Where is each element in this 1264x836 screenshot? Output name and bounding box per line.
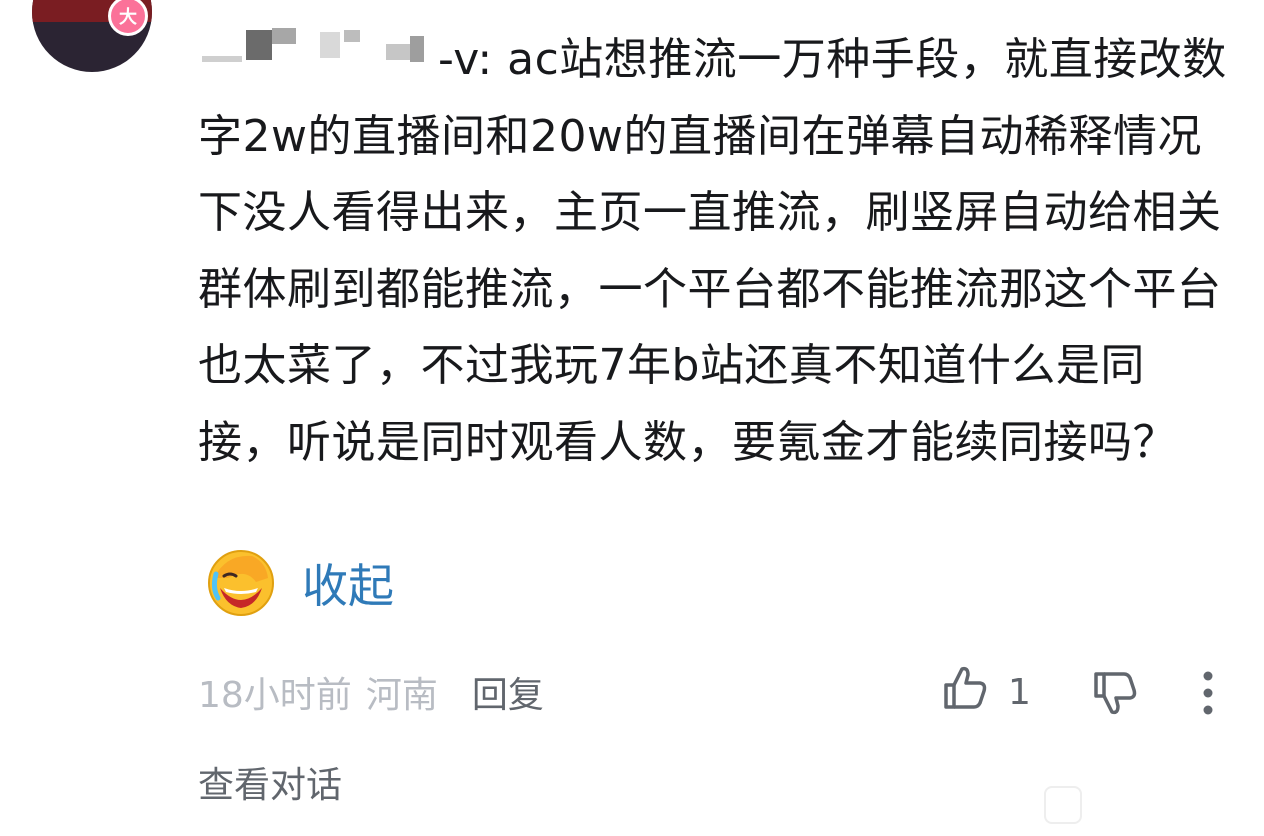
comment-body: -v: ac站想推流一万种手段，就直接改数字2w的直播间和20w的直播间在弹幕自… xyxy=(198,22,1228,481)
comment-time: 18小时前 xyxy=(198,675,352,716)
username-tail[interactable]: -v xyxy=(438,34,477,85)
collapse-row: 收起 xyxy=(206,548,394,618)
view-conversation-link[interactable]: 查看对话 xyxy=(198,756,342,808)
like-count: 1 xyxy=(1008,671,1031,713)
username-separator: : xyxy=(477,34,508,85)
like-button[interactable]: 1 xyxy=(940,664,1031,720)
thumbs-down-icon[interactable] xyxy=(1090,668,1140,727)
collapse-link[interactable]: 收起 xyxy=(302,550,394,616)
thumbs-up-icon xyxy=(940,663,990,722)
user-avatar[interactable]: 大 xyxy=(32,0,152,72)
laughing-crying-emoji-icon xyxy=(206,548,276,618)
comment-text: ac站想推流一万种手段，就直接改数字2w的直播间和20w的直播间在弹幕自动稀释情… xyxy=(198,34,1227,468)
comment-meta: 18小时前 河南 回复 1 xyxy=(198,664,1238,720)
more-options-icon[interactable] xyxy=(1198,668,1218,727)
watermark-icon xyxy=(1044,786,1082,824)
comment-location: 河南 xyxy=(365,675,438,716)
reply-button[interactable]: 回复 xyxy=(472,666,544,718)
